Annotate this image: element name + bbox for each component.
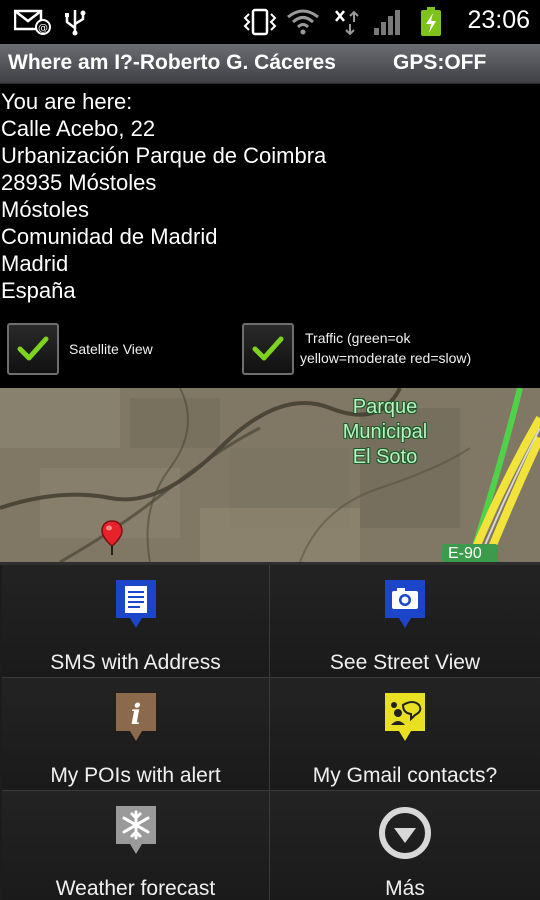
park-label-line: Municipal — [342, 421, 428, 443]
satellite-map[interactable]: E-90 — [0, 388, 540, 562]
address-line: Móstoles — [1, 197, 90, 222]
info-icon: i — [115, 693, 156, 741]
checkmark-icon — [252, 336, 284, 361]
menu-item-label: Más — [385, 877, 425, 900]
camera-icon — [385, 580, 425, 628]
satellite-view-checkbox[interactable] — [7, 323, 59, 375]
usb-icon — [62, 8, 88, 36]
address-line: España — [1, 278, 76, 303]
location-pin-icon[interactable] — [101, 520, 123, 556]
gps-status: GPS:OFF — [393, 51, 487, 74]
menu-item-sms-address[interactable]: SMS with Address — [2, 565, 270, 678]
menu-item-street-view[interactable]: See Street View — [270, 565, 540, 678]
menu-item-gmail-contacts[interactable]: My Gmail contacts? — [270, 678, 540, 791]
park-label-line: Parque — [352, 396, 418, 418]
svg-text:i: i — [130, 698, 141, 731]
svg-text:@: @ — [38, 23, 48, 34]
clock: 23:06 — [467, 6, 530, 34]
address-heading: You are here: — [1, 89, 133, 114]
wifi-icon — [286, 8, 320, 36]
menu-item-more[interactable]: Más — [270, 791, 540, 900]
road-label: E-90 — [448, 545, 482, 562]
data-transfer-icon — [332, 8, 360, 36]
traffic-checkbox[interactable] — [242, 323, 294, 375]
address-line: Madrid — [1, 251, 69, 276]
satellite-view-label: Satellite View — [69, 341, 153, 357]
traffic-label-line2: yellow=moderate red=slow) — [300, 350, 472, 366]
park-label: Parque Municipal El Soto — [330, 395, 440, 470]
menu-item-pois-alert[interactable]: i My POIs with alert — [2, 678, 270, 791]
menu-item-label: Weather forecast — [55, 877, 216, 900]
menu-item-label: My Gmail contacts? — [312, 764, 498, 787]
map-terrain — [0, 388, 540, 562]
checkmark-icon — [17, 336, 49, 361]
status-bar: @ 23:06 — [0, 0, 540, 44]
contacts-icon — [385, 693, 425, 741]
address-line: Calle Acebo, 22 — [1, 116, 156, 141]
battery-charging-icon — [420, 7, 442, 36]
more-icon — [379, 807, 431, 859]
address-block: You are here: Calle Acebo, 22 Urbanizaci… — [1, 88, 539, 304]
sms-notification-icon: @ — [14, 8, 52, 36]
address-line: Comunidad de Madrid — [1, 224, 218, 249]
menu-item-label: SMS with Address — [50, 651, 221, 674]
snowflake-icon — [115, 806, 156, 854]
menu-item-label: My POIs with alert — [50, 764, 221, 787]
app-title: Where am I?-Roberto G. Cáceres — [8, 51, 336, 74]
signal-icon — [372, 8, 402, 36]
address-line: Urbanización Parque de Coimbra — [1, 143, 327, 168]
vibrate-icon — [242, 8, 278, 36]
address-line: 28935 Móstoles — [1, 170, 157, 195]
park-label-line: El Soto — [352, 446, 418, 468]
sms-document-icon — [115, 580, 156, 628]
menu-item-label: See Street View — [329, 651, 481, 674]
menu-grid: SMS with Address See Street View i My PO… — [0, 562, 540, 900]
traffic-label-line1: Traffic (green=ok — [305, 330, 411, 346]
menu-item-weather[interactable]: Weather forecast — [2, 791, 270, 900]
title-bar: Where am I?-Roberto G. Cáceres GPS:OFF — [0, 44, 540, 84]
